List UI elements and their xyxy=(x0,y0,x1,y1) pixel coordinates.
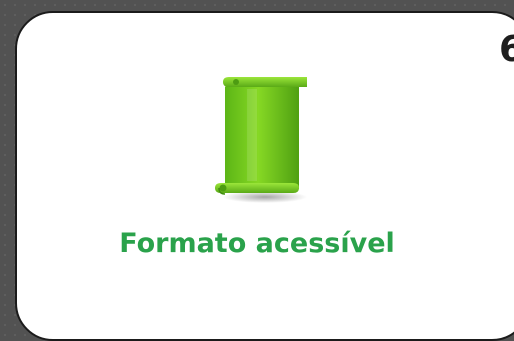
feature-card: 6 Formato acessível xyxy=(15,11,514,341)
scroll-icon xyxy=(207,73,325,203)
card-caption: Formato acessível xyxy=(119,228,395,259)
card-number: 6 xyxy=(499,29,514,70)
